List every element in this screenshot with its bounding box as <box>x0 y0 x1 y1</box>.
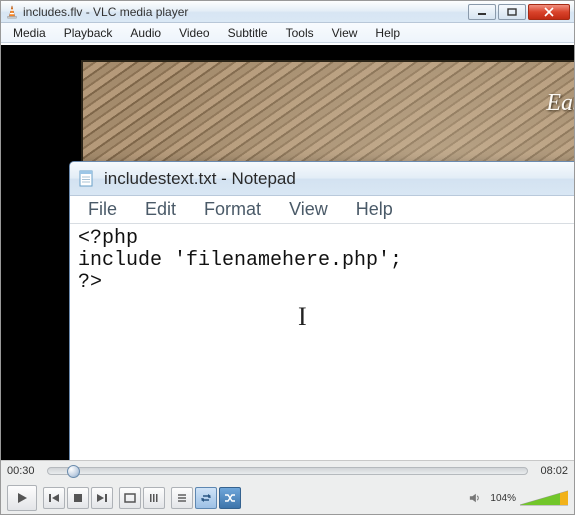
menu-media[interactable]: Media <box>5 24 54 42</box>
volume-slider[interactable] <box>520 489 568 507</box>
menu-audio[interactable]: Audio <box>122 24 169 42</box>
ext-settings-button[interactable] <box>143 487 165 509</box>
video-area[interactable]: Easy includestext.txt - Notepad File Edi… <box>1 45 574 460</box>
mute-button[interactable] <box>464 487 486 509</box>
np-menu-edit[interactable]: Edit <box>133 196 188 223</box>
np-menu-format[interactable]: Format <box>192 196 273 223</box>
np-menu-help[interactable]: Help <box>344 196 405 223</box>
menu-view[interactable]: View <box>324 24 366 42</box>
prev-button[interactable] <box>43 487 65 509</box>
time-total: 08:02 <box>534 465 568 477</box>
loop-button[interactable] <box>195 487 217 509</box>
notepad-menubar: File Edit Format View Help <box>70 196 574 224</box>
np-menu-file[interactable]: File <box>76 196 129 223</box>
fullscreen-button[interactable] <box>119 487 141 509</box>
seek-knob[interactable] <box>67 465 80 478</box>
vlc-titlebar: includes.flv - VLC media player <box>1 1 574 23</box>
window-title: includes.flv - VLC media player <box>23 5 468 19</box>
menu-tools[interactable]: Tools <box>278 24 322 42</box>
play-button[interactable] <box>7 485 37 511</box>
notepad-textarea[interactable]: <?php include 'filenamehere.php'; ?> <box>70 224 574 460</box>
speaker-icon <box>469 492 481 504</box>
maximize-button[interactable] <box>498 4 526 20</box>
volume-label: 104% <box>490 493 516 504</box>
playlist-button[interactable] <box>171 487 193 509</box>
menu-video[interactable]: Video <box>171 24 217 42</box>
time-elapsed: 00:30 <box>7 465 41 477</box>
notepad-icon <box>78 170 96 188</box>
text-cursor-icon: I <box>298 302 307 332</box>
np-menu-view[interactable]: View <box>277 196 340 223</box>
menu-subtitle[interactable]: Subtitle <box>220 24 276 42</box>
notepad-title: includestext.txt - Notepad <box>104 169 296 189</box>
stop-button[interactable] <box>67 487 89 509</box>
shuffle-button[interactable] <box>219 487 241 509</box>
menu-help[interactable]: Help <box>367 24 408 42</box>
menu-playback[interactable]: Playback <box>56 24 121 42</box>
close-button[interactable] <box>528 4 570 20</box>
banner-text: Easy <box>546 90 574 117</box>
vlc-controls: 00:30 08:02 104% <box>1 460 574 514</box>
next-button[interactable] <box>91 487 113 509</box>
minimize-button[interactable] <box>468 4 496 20</box>
vlc-cone-icon <box>5 5 19 19</box>
seek-bar[interactable] <box>47 467 528 475</box>
vlc-menubar: Media Playback Audio Video Subtitle Tool… <box>1 23 574 43</box>
window-buttons <box>468 4 570 20</box>
notepad-titlebar[interactable]: includestext.txt - Notepad <box>70 162 574 196</box>
notepad-window: includestext.txt - Notepad File Edit For… <box>69 161 574 460</box>
